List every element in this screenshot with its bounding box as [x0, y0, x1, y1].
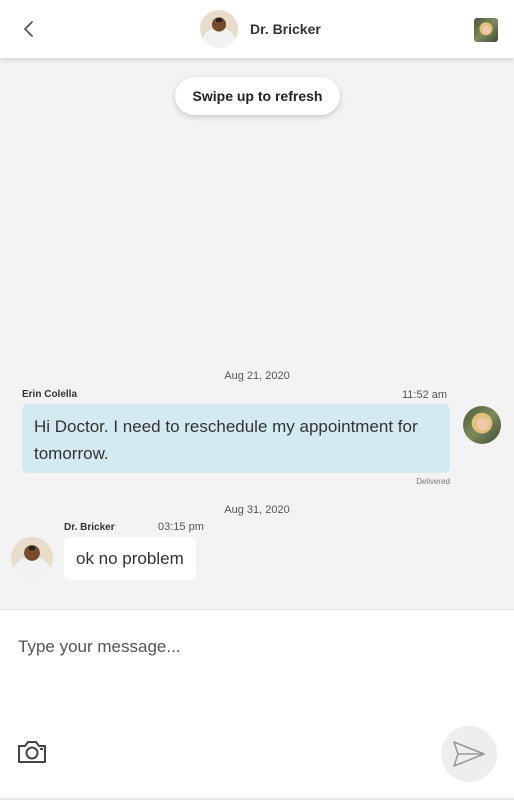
message-time: 11:52 am — [402, 389, 448, 401]
user-profile-button[interactable] — [474, 18, 498, 42]
chevron-left-icon — [24, 21, 33, 37]
chat-screen: Dr. Bricker Swipe up to refresh Aug 21, … — [0, 0, 514, 800]
back-button[interactable] — [14, 14, 44, 44]
message-sender: Dr. Bricker — [64, 522, 115, 533]
message-composer — [0, 609, 514, 800]
outgoing-message-bubble[interactable]: Hi Doctor. I need to reschedule my appoi… — [22, 404, 450, 473]
message-text: Hi Doctor. I need to reschedule my appoi… — [34, 417, 418, 463]
page-title: Dr. Bricker — [250, 21, 321, 37]
message-text: ok no problem — [76, 549, 184, 568]
incoming-message-bubble[interactable]: ok no problem — [64, 537, 196, 580]
refresh-label: Swipe up to refresh — [192, 88, 323, 104]
camera-button[interactable] — [16, 738, 50, 770]
delivery-status: Delivered — [416, 477, 450, 486]
swipe-refresh-button[interactable]: Swipe up to refresh — [175, 77, 340, 115]
date-separator: Aug 21, 2020 — [224, 370, 290, 382]
contact-header[interactable]: Dr. Bricker — [200, 10, 321, 48]
message-sender: Erin Colella — [22, 389, 78, 400]
doctor-avatar — [200, 10, 238, 48]
user-avatar — [474, 18, 498, 42]
date-separator: Aug 31, 2020 — [224, 504, 290, 516]
message-input[interactable] — [18, 632, 488, 662]
sender-avatar — [11, 537, 53, 579]
message-time: 03:15 pm — [158, 521, 204, 533]
header-bar: Dr. Bricker — [0, 0, 514, 58]
send-button[interactable] — [441, 726, 497, 782]
camera-icon — [18, 741, 46, 763]
sender-avatar — [463, 406, 501, 444]
send-icon — [453, 741, 485, 767]
